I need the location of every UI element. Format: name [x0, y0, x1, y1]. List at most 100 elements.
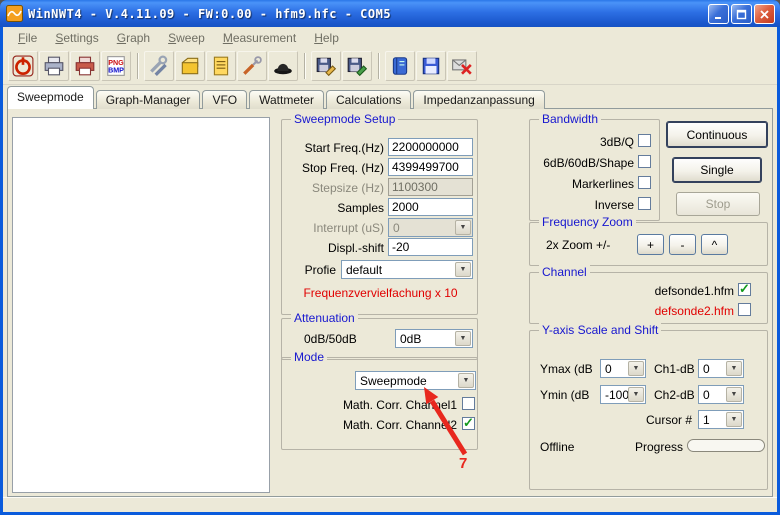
bw-markerlines-checkbox[interactable]	[638, 176, 651, 189]
dropdown-arrow-icon[interactable]	[726, 361, 742, 376]
attenuation-label: 0dB/50dB	[304, 332, 357, 346]
power-off-button[interactable]	[8, 51, 38, 81]
zoom-plus-button[interactable]: +	[637, 234, 664, 255]
dropdown-arrow-icon[interactable]	[458, 373, 474, 388]
minimize-button[interactable]	[708, 4, 729, 24]
stop-freq-input[interactable]: 4399499700	[388, 158, 473, 176]
group-title: Sweepmode Setup	[291, 112, 399, 126]
menu-graph[interactable]: Graph	[108, 29, 159, 47]
menu-bar: File Settings Graph Sweep Measurement He…	[3, 27, 777, 48]
dropdown-arrow-icon	[455, 220, 471, 235]
displ-shift-input[interactable]: -20	[388, 238, 473, 256]
tab-sweepmode[interactable]: Sweepmode	[7, 86, 94, 109]
notebook-button[interactable]	[385, 51, 415, 81]
tools-button[interactable]	[144, 51, 174, 81]
bw-inverse-checkbox[interactable]	[638, 197, 651, 210]
toolbar-separator	[304, 53, 306, 79]
channel1-checkbox[interactable]: ✓	[738, 281, 751, 296]
menu-settings[interactable]: Settings	[46, 29, 107, 47]
single-button[interactable]: Single	[672, 157, 762, 183]
status-bar	[3, 497, 777, 512]
zoom-minus-button[interactable]: -	[669, 234, 696, 255]
dropdown-arrow-icon[interactable]	[726, 387, 742, 402]
dropdown-arrow-icon[interactable]	[628, 387, 644, 402]
frequency-multiplier-note: Frequenzvervielfachung x 10	[303, 286, 458, 300]
log-list-button[interactable]	[206, 51, 236, 81]
samples-label: Samples	[337, 201, 384, 215]
print-button[interactable]	[39, 51, 69, 81]
close-button[interactable]	[754, 4, 775, 24]
tab-vfo[interactable]: VFO	[202, 90, 248, 109]
maximize-button[interactable]	[731, 4, 752, 24]
sweep-display-listbox[interactable]	[12, 117, 270, 493]
bw-markerlines-label: Markerlines	[571, 177, 634, 191]
bandwidth-group: Bandwidth 3dB/Q 6dB/60dB/Shape Markerlin…	[529, 112, 660, 221]
title-bar[interactable]: WinNWT4 - V.4.11.09 - FW:0.00 - hfm9.hfc…	[0, 0, 780, 27]
dropdown-arrow-icon[interactable]	[455, 331, 471, 346]
toolbar-separator	[137, 53, 139, 79]
service-tools-button[interactable]	[237, 51, 267, 81]
dropdown-arrow-icon[interactable]	[726, 412, 742, 427]
continuous-button[interactable]: Continuous	[666, 121, 768, 148]
math-corr-ch1-checkbox[interactable]	[462, 397, 475, 410]
menu-help[interactable]: Help	[305, 29, 348, 47]
check-mark: ✓	[463, 415, 474, 430]
channel1-label: defsonde1.hfm	[654, 284, 734, 298]
tab-impedanzanpassung[interactable]: Impedanzanpassung	[413, 90, 545, 109]
math-corr-ch2-checkbox[interactable]: ✓	[462, 415, 475, 430]
component-box-button[interactable]	[175, 51, 205, 81]
start-freq-input[interactable]: 2200000000	[388, 138, 473, 156]
mail-delete-icon	[452, 59, 472, 75]
printer-icon	[44, 56, 64, 76]
yaxis-group: Y-axis Scale and Shift Ymax (dB 0 Ch1-dB…	[529, 323, 768, 490]
bw-3db-checkbox[interactable]	[638, 134, 651, 147]
save-edit-2-button[interactable]	[342, 51, 372, 81]
menu-sweep[interactable]: Sweep	[159, 29, 214, 47]
menu-file[interactable]: File	[9, 29, 46, 47]
bw-6db-label: 6dB/60dB/Shape	[543, 156, 634, 170]
tab-wattmeter[interactable]: Wattmeter	[249, 90, 325, 109]
interrupt-combo: 0	[388, 218, 473, 237]
maximize-icon	[736, 9, 747, 19]
save-edit-2-icon	[347, 57, 368, 77]
stop-freq-label: Stop Freq. (Hz)	[301, 161, 384, 175]
dropdown-arrow-icon[interactable]	[455, 262, 471, 277]
start-freq-label: Start Freq.(Hz)	[304, 141, 384, 155]
profile-combo[interactable]: default	[341, 260, 473, 279]
ch2-db-label: Ch2-dB	[654, 388, 695, 402]
group-title: Bandwidth	[539, 112, 602, 126]
print-color-button[interactable]	[70, 51, 100, 81]
toolbar-separator	[378, 53, 380, 79]
export-image-button[interactable]: PNG BMP	[101, 51, 131, 81]
save-button[interactable]	[416, 51, 446, 81]
cursor-combo[interactable]: 1	[698, 410, 744, 429]
mode-combo[interactable]: Sweepmode	[355, 371, 476, 390]
samples-input[interactable]: 2000	[388, 198, 473, 216]
attenuation-combo[interactable]: 0dB	[395, 329, 473, 348]
close-icon	[760, 9, 769, 19]
group-title: Attenuation	[291, 311, 358, 325]
menu-measurement[interactable]: Measurement	[214, 29, 305, 47]
export-png-bmp-icon: PNG BMP	[107, 56, 125, 76]
group-title: Channel	[539, 265, 590, 279]
save-edit-1-button[interactable]	[311, 51, 341, 81]
ymax-combo[interactable]: 0	[600, 359, 646, 378]
ch2-db-combo[interactable]: 0	[698, 385, 744, 404]
ymin-combo[interactable]: -100	[600, 385, 646, 404]
tab-graph-manager[interactable]: Graph-Manager	[95, 90, 201, 109]
service-tools-icon	[243, 56, 262, 75]
bw-6db-checkbox[interactable]	[638, 155, 651, 168]
svg-text:BMP: BMP	[108, 67, 124, 75]
annotation-number: 7	[459, 455, 468, 472]
mail-delete-button[interactable]	[447, 51, 477, 81]
ch1-db-combo[interactable]: 0	[698, 359, 744, 378]
channel2-checkbox[interactable]	[738, 303, 751, 316]
calibration-hat-button[interactable]	[268, 51, 298, 81]
dropdown-arrow-icon[interactable]	[628, 361, 644, 376]
progress-label: Progress	[635, 440, 684, 454]
zoom-reset-button[interactable]: ^	[701, 234, 728, 255]
tab-calculations[interactable]: Calculations	[326, 90, 412, 109]
tools-wrench-icon	[150, 55, 168, 76]
group-title: Mode	[291, 350, 328, 364]
window-title: WinNWT4 - V.4.11.09 - FW:0.00 - hfm9.hfc…	[28, 6, 392, 21]
